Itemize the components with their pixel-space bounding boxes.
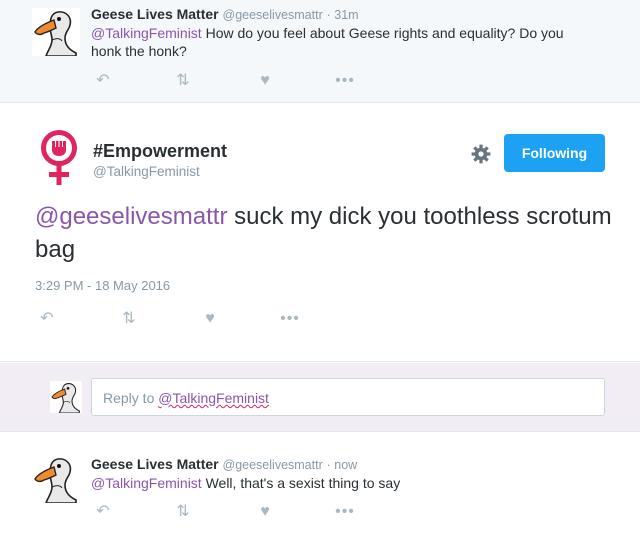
reply-mention: @TalkingFeminist <box>158 390 269 406</box>
mention-link[interactable]: @TalkingFeminist <box>91 475 202 491</box>
tweet-header: Geese Lives Matter @geeselivesmattr · 31… <box>91 6 359 22</box>
following-button[interactable]: Following <box>504 134 605 172</box>
screen-name[interactable]: @geeselivesmattr <box>223 8 323 22</box>
reply-bar: Reply to @TalkingFeminist <box>0 363 640 432</box>
tweet-actions: ↶ ⇅ ♥ ••• <box>35 309 325 329</box>
retweet-icon[interactable]: ⇅ <box>171 71 195 91</box>
tweet-text: @TalkingFeminist How do you feel about G… <box>91 24 591 60</box>
gear-icon[interactable] <box>471 144 491 164</box>
more-icon[interactable]: ••• <box>278 309 302 329</box>
tweet-timestamp[interactable]: 3:29 PM - 18 May 2016 <box>35 278 170 293</box>
bottom-tweet[interactable]: Geese Lives Matter @geeselivesmattr · no… <box>0 445 640 546</box>
display-name[interactable]: #Empowerment <box>93 141 227 162</box>
tweet-text: @geeselivesmattr suck my dick you toothl… <box>35 200 615 266</box>
reply-icon[interactable]: ↶ <box>35 309 59 329</box>
goose-avatar[interactable] <box>32 455 80 503</box>
display-name[interactable]: Geese Lives Matter <box>91 6 219 22</box>
more-icon[interactable]: ••• <box>333 502 357 522</box>
reply-placeholder: Reply to @TalkingFeminist <box>103 390 269 406</box>
tweet-body: Well, that's a sexist thing to say <box>201 475 401 491</box>
mention-link[interactable]: @TalkingFeminist <box>91 25 202 41</box>
reply-icon[interactable]: ↶ <box>91 502 115 522</box>
heart-icon[interactable]: ♥ <box>198 309 222 329</box>
tweet-time[interactable]: · 31m <box>327 8 359 22</box>
tweet-header: Geese Lives Matter @geeselivesmattr · no… <box>91 456 357 472</box>
main-tweet: #Empowerment @TalkingFeminist Following … <box>0 104 640 362</box>
heart-icon[interactable]: ♥ <box>253 502 277 522</box>
display-name[interactable]: Geese Lives Matter <box>91 456 219 472</box>
tweet-actions: ↶ ⇅ ♥ ••• <box>91 502 371 522</box>
goose-avatar[interactable] <box>32 8 80 56</box>
tweet-text: @TalkingFeminist Well, that's a sexist t… <box>91 474 591 492</box>
tweet-time[interactable]: · now <box>327 458 358 472</box>
reply-icon[interactable]: ↶ <box>91 71 115 91</box>
mention-link[interactable]: @geeselivesmattr <box>35 203 227 230</box>
tweet-actions: ↶ ⇅ ♥ ••• <box>91 71 371 91</box>
more-icon[interactable]: ••• <box>333 71 357 91</box>
reply-input[interactable]: Reply to @TalkingFeminist <box>91 378 605 416</box>
screen-name[interactable]: @TalkingFeminist <box>93 164 200 179</box>
screen-name[interactable]: @geeselivesmattr <box>223 458 323 472</box>
heart-icon[interactable]: ♥ <box>253 71 277 91</box>
feminist-fist-logo-icon[interactable] <box>38 129 80 187</box>
retweet-icon[interactable]: ⇅ <box>117 309 141 329</box>
retweet-icon[interactable]: ⇅ <box>171 502 195 522</box>
top-tweet[interactable]: Geese Lives Matter @geeselivesmattr · 31… <box>0 0 640 103</box>
goose-avatar <box>50 381 82 413</box>
